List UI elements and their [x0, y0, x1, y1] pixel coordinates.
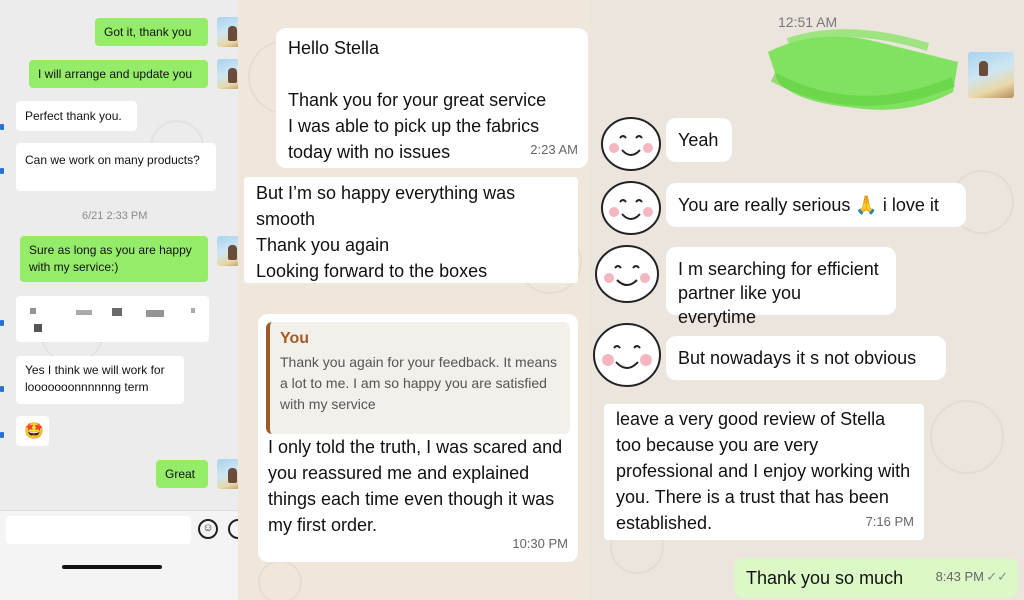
message-text: Yeah [678, 130, 719, 150]
message-text: Thank you so much [746, 568, 904, 588]
message-bubble-incoming: Yes I think we will work for looooooonnn… [16, 356, 184, 404]
message-bubble-incoming: Can we work on many products? [16, 143, 216, 191]
message-bubble-incoming: leave a very good review of Stella too b… [604, 404, 924, 540]
redaction [146, 310, 164, 317]
smiley-avatar-icon [601, 181, 661, 235]
timestamp: 6/21 2:33 PM [82, 210, 148, 222]
quoted-text: Thank you again for your feedback. It me… [280, 354, 558, 412]
message-bubble-incoming-redacted [16, 296, 209, 342]
emoji-icon[interactable]: ☺ [198, 519, 218, 539]
read-receipt-icon: ✓✓ [986, 569, 1008, 584]
message-text: I only told the truth, I was scared and … [268, 437, 563, 535]
message-bubble-reply: You Thank you again for your feedback. I… [258, 314, 578, 562]
message-text: I will arrange and update you [38, 66, 193, 81]
message-text: Perfect thank you. [25, 108, 122, 123]
message-time: 2:23 AM [530, 142, 578, 157]
avatar[interactable] [217, 459, 238, 489]
message-text: 🤩 [24, 422, 44, 440]
wechat-chat-panel: Got it, thank you I will arrange and upd… [0, 0, 238, 600]
message-bubble-outgoing: Got it, thank you [95, 18, 208, 46]
avatar-edge [0, 168, 4, 174]
message-bubble-incoming: I m searching for efficient partner like… [666, 247, 896, 327]
message-bubble-incoming: Yeah [666, 118, 732, 162]
whatsapp-chat-panel-right: 12:51 AM Yeah You are really serious 🙏 i… [590, 0, 1024, 600]
avatar-edge [0, 124, 4, 130]
message-bubble-outgoing: Sure as long as you are happy with my se… [20, 236, 208, 282]
avatar-edge [0, 386, 4, 392]
message-text: You are really serious 🙏 i love it [678, 195, 939, 215]
message-time: 10:30 PM [512, 536, 568, 551]
redaction-scribble [768, 29, 958, 110]
message-text: But nowadays it s not obvious [678, 348, 917, 368]
redaction [112, 308, 122, 316]
redaction [76, 310, 92, 315]
background-doodle [258, 560, 302, 600]
emoji-glyph: ☺ [202, 522, 214, 534]
avatar-edge [0, 432, 4, 438]
background-doodle [930, 400, 1004, 474]
message-time: 7:16 PM [865, 514, 914, 529]
message-text: Sure as long as you are happy with my se… [29, 243, 192, 274]
avatar[interactable] [217, 236, 238, 266]
whatsapp-chat-panel-middle: Hello Stella Thank you for your great se… [238, 0, 590, 600]
message-bubble-incoming: But nowadays it s not obvious [666, 336, 946, 380]
message-text: Got it, thank you [104, 24, 192, 39]
message-bubble-incoming-emoji: 🤩 [16, 416, 49, 446]
message-bubble-incoming: You are really serious 🙏 i love it [666, 183, 966, 227]
message-bubble-incoming: Perfect thank you. [16, 101, 137, 131]
message-bubble-outgoing: I will arrange and update you [29, 60, 208, 88]
message-text: I m searching for efficient partner like… [678, 259, 879, 327]
smiley-avatar-icon [593, 323, 661, 387]
message-bubble-outgoing: Great [156, 460, 208, 488]
quoted-author: You [280, 330, 310, 347]
smiley-avatar-icon [601, 117, 661, 171]
home-indicator [62, 565, 162, 569]
avatar[interactable] [217, 59, 238, 89]
message-text: Yes I think we will work for looooooonnn… [25, 363, 165, 394]
smiley-avatar-icon [595, 245, 659, 303]
redaction [191, 308, 195, 313]
quoted-message[interactable]: You Thank you again for your feedback. I… [266, 322, 570, 434]
message-text: But I’m so happy everything was smooth T… [256, 183, 516, 281]
redaction [34, 324, 42, 332]
message-time: 8:43 PM [935, 569, 984, 584]
message-bubble-incoming: Hello Stella Thank you for your great se… [276, 28, 588, 168]
avatar-edge [0, 320, 4, 326]
avatar[interactable] [968, 52, 1014, 98]
message-bubble-outgoing: Thank you so much 8:43 PM ✓✓ [734, 558, 1018, 598]
message-text: Great [165, 466, 196, 481]
message-input[interactable] [6, 516, 191, 544]
message-bubble-incoming: But I’m so happy everything was smooth T… [244, 177, 578, 283]
redaction [30, 308, 36, 314]
avatar[interactable] [217, 17, 238, 47]
message-text: Can we work on many products? [25, 153, 200, 167]
